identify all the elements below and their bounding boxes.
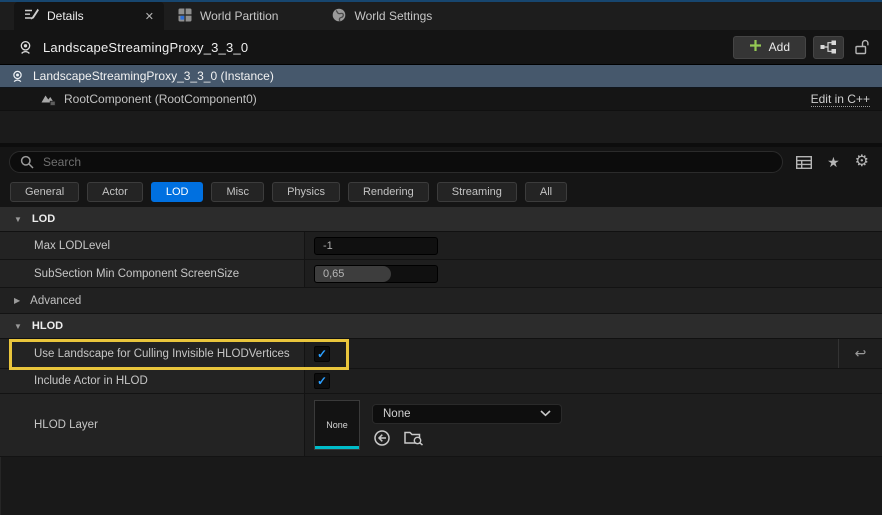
check-icon: ✓: [316, 346, 328, 361]
tab-label: Details: [47, 9, 84, 23]
tab-world-settings[interactable]: World Settings: [318, 2, 446, 30]
property-row-hlod-layer: HLOD Layer None None: [0, 394, 882, 457]
advanced-expander[interactable]: ▶ Advanced: [0, 288, 882, 314]
hierarchy-icon: [820, 40, 836, 54]
hlod-layer-thumbnail[interactable]: None: [314, 400, 360, 450]
property-label: Include Actor in HLOD: [0, 369, 305, 393]
dropdown-value: None: [383, 407, 411, 420]
chevron-right-icon: ▶: [14, 296, 21, 305]
use-landscape-checkbox[interactable]: ✓: [314, 345, 330, 362]
details-panel: Details ✕ World Partition World Settings: [0, 0, 882, 515]
filter-all[interactable]: All: [524, 182, 568, 202]
filter-lod[interactable]: LOD: [150, 182, 204, 202]
filter-rendering[interactable]: Rendering: [347, 182, 429, 202]
include-actor-checkbox[interactable]: ✓: [314, 373, 330, 389]
display-grid-icon[interactable]: [796, 155, 813, 169]
settings-gear-icon[interactable]: ⚙: [855, 154, 869, 170]
chevron-down-icon: [540, 410, 551, 417]
filter-physics[interactable]: Physics: [272, 182, 340, 202]
details-header: LandscapeStreamingProxy_3_3_0 Add: [0, 30, 882, 64]
section-title: HLOD: [31, 320, 64, 332]
property-row-use-landscape-culling: Use Landscape for Culling Invisible HLOD…: [0, 339, 882, 369]
filter-actor[interactable]: Actor: [87, 182, 143, 202]
hlod-layer-dropdown[interactable]: None: [372, 403, 562, 424]
world-settings-icon: [332, 8, 346, 25]
unlock-icon[interactable]: [855, 39, 869, 55]
property-label: Max LODLevel: [0, 232, 305, 259]
chevron-down-icon: ▼: [14, 321, 22, 331]
use-selected-asset-icon[interactable]: [373, 429, 391, 447]
world-partition-icon: [178, 8, 192, 25]
plus-icon: [749, 39, 762, 55]
property-label: SubSection Min Component ScreenSize: [0, 260, 305, 287]
reset-arrow-icon: ↩: [854, 345, 867, 361]
check-icon: ✓: [316, 374, 328, 388]
filter-streaming[interactable]: Streaming: [436, 182, 517, 202]
section-header-lod[interactable]: ▼ LOD: [0, 207, 882, 232]
tab-world-partition[interactable]: World Partition: [164, 2, 292, 30]
slider-value: 0,65: [323, 267, 345, 280]
section-title: LOD: [31, 213, 56, 225]
max-lod-level-input[interactable]: [314, 236, 438, 255]
edit-in-cpp-link[interactable]: Edit in C++: [810, 92, 870, 107]
filter-misc[interactable]: Misc: [211, 182, 265, 202]
landscape-component-icon: [41, 93, 56, 106]
search-box[interactable]: [9, 151, 784, 173]
browse-to-asset-icon[interactable]: [404, 429, 424, 446]
tab-label: World Partition: [200, 9, 279, 23]
favorites-star-icon[interactable]: ★: [827, 155, 840, 169]
search-icon: [20, 155, 34, 169]
thumbnail-accent-bar: [315, 446, 359, 449]
add-label: Add: [768, 40, 790, 54]
thumbnail-label: None: [326, 420, 348, 430]
chevron-down-icon: ▼: [14, 214, 22, 224]
property-label: HLOD Layer: [0, 394, 305, 456]
root-component-label: RootComponent (RootComponent0): [64, 92, 257, 106]
section-header-hlod[interactable]: ▼ HLOD: [0, 314, 882, 339]
property-row-max-lod-level: Max LODLevel: [0, 232, 882, 260]
instance-label: LandscapeStreamingProxy_3_3_0 (Instance): [33, 69, 274, 83]
actor-icon: [18, 40, 33, 55]
tree-row-root-component[interactable]: RootComponent (RootComponent0) Edit in C…: [0, 88, 882, 111]
asset-buttons: [372, 429, 562, 447]
details-tab-icon: [24, 8, 39, 24]
component-hierarchy-button[interactable]: [813, 35, 844, 59]
advanced-label: Advanced: [30, 294, 82, 307]
subsection-min-slider[interactable]: 0,65: [314, 264, 438, 283]
add-button[interactable]: Add: [732, 35, 806, 59]
tab-details[interactable]: Details ✕: [14, 2, 164, 30]
property-row-subsection-min: SubSection Min Component ScreenSize 0,65: [0, 260, 882, 288]
tab-bar: Details ✕ World Partition World Settings: [0, 2, 882, 30]
component-tree: LandscapeStreamingProxy_3_3_0 (Instance)…: [0, 64, 882, 143]
filter-general[interactable]: General: [10, 182, 80, 202]
reset-to-default-button[interactable]: ↩: [838, 339, 882, 368]
selected-actor-title: LandscapeStreamingProxy_3_3_0: [43, 39, 249, 55]
tree-row-instance[interactable]: LandscapeStreamingProxy_3_3_0 (Instance): [0, 65, 882, 88]
property-label: Use Landscape for Culling Invisible HLOD…: [0, 339, 305, 368]
close-icon[interactable]: ✕: [145, 10, 154, 23]
search-toolbar: ★ ⚙: [796, 154, 869, 170]
search-row: ★ ⚙: [0, 147, 882, 177]
tab-label: World Settings: [354, 9, 433, 23]
empty-area: [0, 457, 882, 515]
category-filter-row: General Actor LOD Misc Physics Rendering…: [0, 177, 882, 207]
search-input[interactable]: [43, 155, 773, 169]
property-row-include-actor-hlod: Include Actor in HLOD ✓: [0, 369, 882, 394]
actor-icon: [11, 70, 24, 83]
property-grid: ▼ LOD Max LODLevel SubSection Min Compon…: [0, 207, 882, 515]
